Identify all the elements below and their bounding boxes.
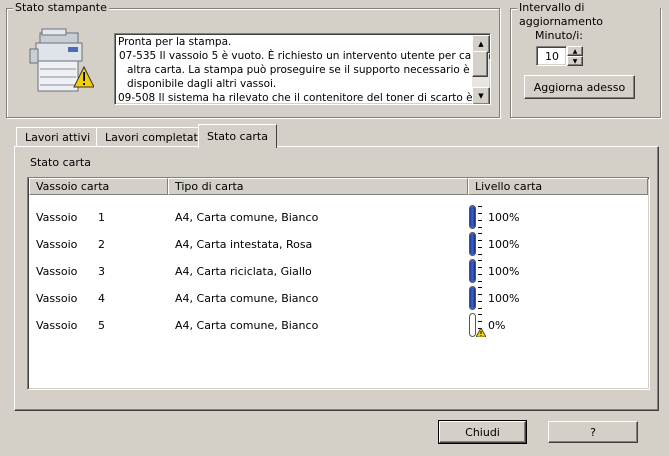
level-ticks xyxy=(478,287,482,309)
tray-name: Vassoio xyxy=(36,238,78,251)
spin-up-icon[interactable]: ▲ xyxy=(567,46,583,56)
tray-number: 3 xyxy=(98,265,105,278)
paper-level-text: 100% xyxy=(488,238,520,251)
close-button[interactable]: Chiudi xyxy=(438,420,527,444)
status-message-line: Pronta per la stampa. xyxy=(118,36,232,48)
tray-number: 2 xyxy=(98,238,105,251)
column-header-type[interactable]: Tipo di carta xyxy=(168,178,468,195)
paper-level-text: 100% xyxy=(488,211,520,224)
tray-name: Vassoio xyxy=(36,265,78,278)
minutes-label: Minuto/i: xyxy=(535,29,584,42)
paper-level-fill xyxy=(470,233,475,255)
table-row[interactable]: Vassoio 2 A4, Carta intestata, Rosa 100% xyxy=(28,231,648,257)
column-header-level[interactable]: Livello carta xyxy=(468,178,648,195)
table-row[interactable]: Vassoio 5 A4, Carta comune, Bianco 0% xyxy=(28,312,648,338)
tray-name: Vassoio xyxy=(36,319,78,332)
table-row[interactable]: Vassoio 4 A4, Carta comune, Bianco 100% xyxy=(28,285,648,311)
tab-active-jobs[interactable]: Lavori attivi xyxy=(16,127,100,147)
update-interval-group: Intervallo di aggiornamento xyxy=(510,1,661,118)
tab-completed-jobs[interactable]: Lavori completati xyxy=(96,127,210,147)
status-message-line: disponibile dagli altri vassoi. xyxy=(127,78,277,90)
paper-level-bar xyxy=(469,205,476,229)
paper-type: A4, Carta intestata, Rosa xyxy=(175,238,313,251)
status-message-line: 09-508 Il sistema ha rilevato che il con… xyxy=(118,92,491,104)
spin-down-icon[interactable]: ▼ xyxy=(567,56,583,66)
paper-type: A4, Carta comune, Bianco xyxy=(175,211,319,224)
printer-status-messages[interactable]: Pronta per la stampa. 07-535 Il vassoio … xyxy=(114,33,491,105)
scroll-down-icon[interactable]: ▼ xyxy=(472,87,490,104)
minutes-value: 10 xyxy=(545,50,559,63)
paper-level-bar xyxy=(469,232,476,256)
status-message-line: 07-535 Il vassoio 5 è vuoto. È richiesto… xyxy=(119,50,491,62)
table-row[interactable]: Vassoio 3 A4, Carta riciclata, Giallo 100% xyxy=(28,258,648,284)
printer-status-title: Stato stampante xyxy=(13,1,109,15)
printer-warning-icon xyxy=(28,25,95,95)
tab-paper-status[interactable]: Stato carta xyxy=(198,124,277,148)
level-ticks xyxy=(478,206,482,228)
paper-level-bar xyxy=(469,286,476,310)
paper-level-text: 100% xyxy=(488,292,520,305)
paper-level-bar xyxy=(469,313,476,337)
paper-tray-table[interactable]: Vassoio carta Tipo di carta Livello cart… xyxy=(27,177,650,390)
tray-number: 5 xyxy=(98,319,105,332)
paper-level-fill xyxy=(470,287,475,309)
level-ticks xyxy=(478,260,482,282)
tray-number: 1 xyxy=(98,211,105,224)
paper-type: A4, Carta riciclata, Giallo xyxy=(175,265,312,278)
paper-level-bar xyxy=(469,259,476,283)
paper-status-label: Stato carta xyxy=(30,156,91,169)
update-interval-title: Intervallo di aggiornamento xyxy=(517,1,660,29)
table-row[interactable]: Vassoio 1 A4, Carta comune, Bianco 100% xyxy=(28,204,648,230)
paper-level-text: 100% xyxy=(488,265,520,278)
tray-name: Vassoio xyxy=(36,292,78,305)
scroll-thumb[interactable] xyxy=(472,51,488,77)
column-header-tray[interactable]: Vassoio carta xyxy=(29,178,168,195)
tray-number: 4 xyxy=(98,292,105,305)
help-button[interactable]: ? xyxy=(548,421,638,443)
paper-type: A4, Carta comune, Bianco xyxy=(175,292,319,305)
paper-level-fill xyxy=(470,206,475,228)
paper-level-fill xyxy=(470,260,475,282)
minutes-spinner[interactable]: ▲ ▼ xyxy=(567,46,583,66)
paper-level-text: 0% xyxy=(488,319,506,332)
minutes-input[interactable]: 10 xyxy=(536,46,567,66)
tray-name: Vassoio xyxy=(36,211,78,224)
paper-type: A4, Carta comune, Bianco xyxy=(175,319,319,332)
status-message-line: altra carta. La stampa può proseguire se… xyxy=(127,64,470,76)
level-ticks xyxy=(478,233,482,255)
warning-triangle-icon xyxy=(476,328,486,337)
messages-scrollbar[interactable]: ▲ ▼ xyxy=(472,35,490,104)
refresh-now-button[interactable]: Aggiorna adesso xyxy=(524,75,635,99)
